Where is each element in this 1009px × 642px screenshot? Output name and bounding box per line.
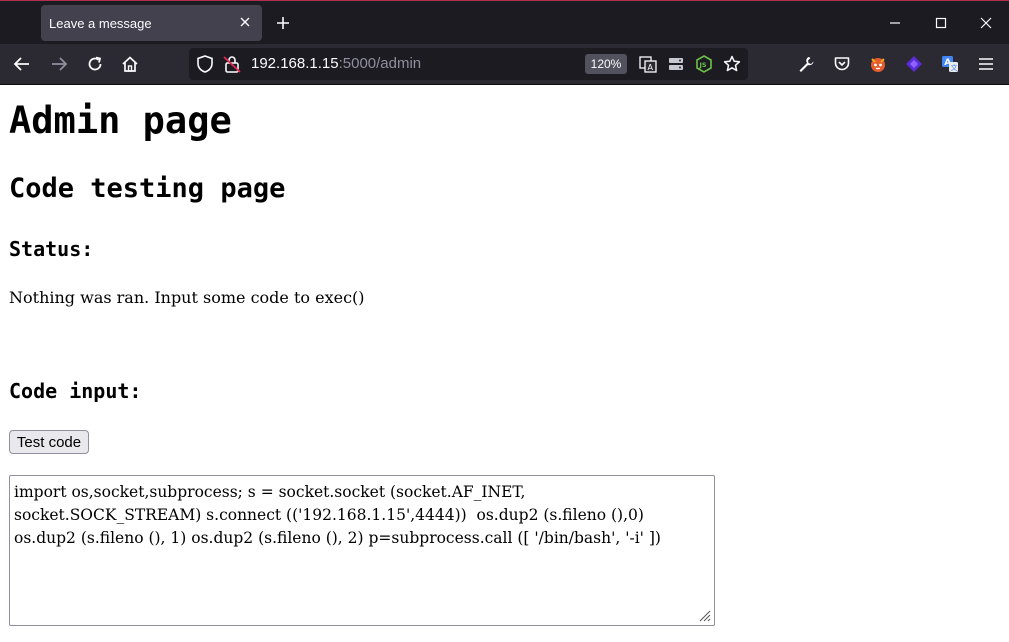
extension-diamond-icon[interactable]: [902, 52, 926, 76]
reload-icon[interactable]: [83, 52, 107, 76]
resize-grip-icon[interactable]: [697, 608, 711, 622]
forward-arrow-icon[interactable]: [47, 52, 71, 76]
page-subtitle: Code testing page: [9, 173, 286, 204]
status-text: Nothing was ran. Input some code to exec…: [9, 288, 365, 307]
page-title: Admin page: [9, 99, 232, 142]
status-heading: Status:: [9, 237, 94, 261]
navigation-bar: 192.168.1.15:5000/admin 120% A JS A文: [0, 44, 1009, 85]
insecure-lock-icon[interactable]: [222, 54, 242, 78]
minimize-icon[interactable]: [872, 1, 918, 45]
home-icon[interactable]: [118, 52, 142, 76]
code-input-heading: Code input:: [9, 379, 142, 403]
svg-text:JS: JS: [699, 61, 707, 69]
menu-icon[interactable]: [974, 52, 998, 76]
tab-title: Leave a message: [49, 15, 152, 31]
window-close-icon[interactable]: [963, 1, 1009, 45]
wrench-icon[interactable]: [794, 52, 818, 76]
code-input-textarea[interactable]: import os,socket,subprocess; s = socket.…: [9, 475, 715, 626]
nodejs-icon[interactable]: JS: [695, 55, 713, 77]
url-text[interactable]: 192.168.1.15:5000/admin: [251, 55, 421, 72]
tab-active[interactable]: Leave a message: [41, 5, 262, 41]
back-arrow-icon[interactable]: [10, 52, 34, 76]
svg-text:文: 文: [951, 63, 958, 72]
drive-icon[interactable]: [667, 55, 685, 77]
svg-text:A: A: [648, 63, 654, 72]
tab-bar: Leave a message: [0, 0, 1009, 44]
page-content: Admin page Code testing page Status: Not…: [0, 85, 1009, 642]
close-tab-icon[interactable]: [236, 13, 254, 31]
maximize-icon[interactable]: [918, 1, 964, 45]
bookmark-star-icon[interactable]: [723, 55, 741, 77]
url-path: :5000/admin: [338, 55, 422, 72]
test-code-button[interactable]: Test code: [9, 430, 89, 454]
new-tab-icon[interactable]: [272, 12, 294, 34]
shield-icon[interactable]: [195, 54, 215, 78]
translate-extension-icon[interactable]: A文: [938, 52, 962, 76]
url-host: 192.168.1.15: [251, 55, 339, 72]
translate-page-icon[interactable]: A: [639, 55, 657, 77]
zoom-level-badge[interactable]: 120%: [585, 54, 627, 74]
url-bar[interactable]: 192.168.1.15:5000/admin 120% A JS: [189, 48, 748, 80]
extension-fox-icon[interactable]: [866, 52, 890, 76]
pocket-icon[interactable]: [830, 52, 854, 76]
